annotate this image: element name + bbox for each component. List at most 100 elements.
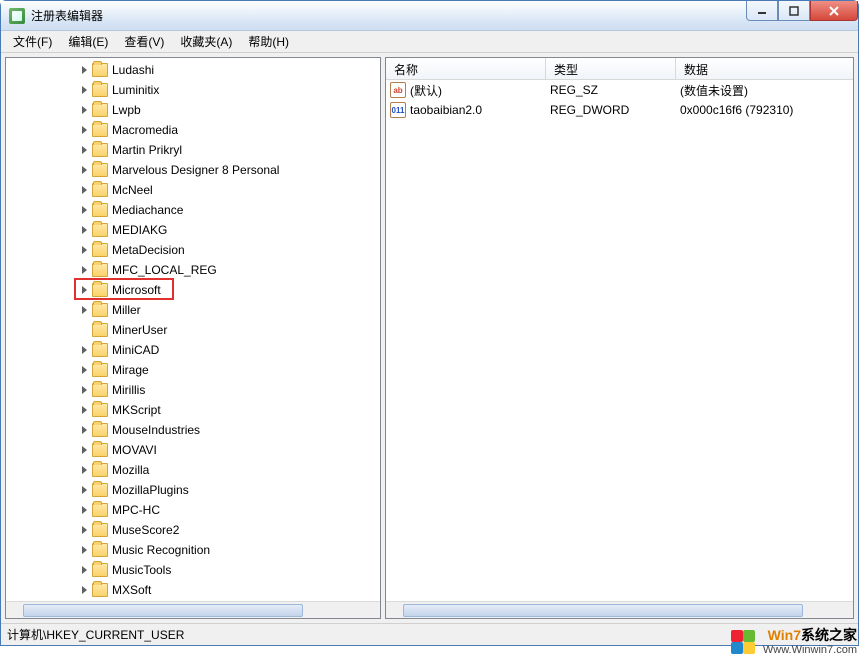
- expander-icon[interactable]: [78, 524, 90, 536]
- minimize-button[interactable]: [746, 1, 778, 21]
- tree-item[interactable]: Mirillis: [6, 380, 380, 400]
- expander-icon[interactable]: [78, 164, 90, 176]
- tree-item[interactable]: MusicTools: [6, 560, 380, 580]
- folder-icon: [92, 563, 108, 577]
- tree-item-label: Music Recognition: [112, 543, 210, 557]
- expander-icon[interactable]: [78, 504, 90, 516]
- app-icon: [9, 8, 25, 24]
- expander-icon[interactable]: [78, 344, 90, 356]
- expander-icon[interactable]: [78, 364, 90, 376]
- expander-icon[interactable]: [78, 124, 90, 136]
- tree-item[interactable]: Mirage: [6, 360, 380, 380]
- tree-item[interactable]: Music Recognition: [6, 540, 380, 560]
- menu-favorites[interactable]: 收藏夹(A): [172, 31, 240, 52]
- menu-help[interactable]: 帮助(H): [240, 31, 297, 52]
- col-type[interactable]: 类型: [546, 58, 676, 79]
- expander-icon[interactable]: [78, 104, 90, 116]
- tree-item[interactable]: Microsoft: [6, 280, 380, 300]
- list-row[interactable]: ab(默认)REG_SZ(数值未设置): [386, 80, 853, 100]
- expander-icon[interactable]: [78, 64, 90, 76]
- tree-item-label: MKScript: [112, 403, 161, 417]
- tree-item[interactable]: MOVAVI: [6, 440, 380, 460]
- titlebar[interactable]: 注册表编辑器: [1, 1, 858, 31]
- expander-icon[interactable]: [78, 264, 90, 276]
- expander-icon[interactable]: [78, 244, 90, 256]
- folder-icon: [92, 543, 108, 557]
- tree-item[interactable]: Miller: [6, 300, 380, 320]
- tree-item-label: MuseScore2: [112, 523, 179, 537]
- expander-icon[interactable]: [78, 464, 90, 476]
- tree-item-label: Mirillis: [112, 383, 145, 397]
- tree-item-label: MiniCAD: [112, 343, 159, 357]
- expander-icon[interactable]: [78, 84, 90, 96]
- menu-view[interactable]: 查看(V): [116, 31, 172, 52]
- tree-item-label: MEDIAKG: [112, 223, 167, 237]
- expander-icon[interactable]: [78, 584, 90, 596]
- close-button[interactable]: [810, 1, 858, 21]
- tree-item[interactable]: Martin Prikryl: [6, 140, 380, 160]
- tree-scroll[interactable]: LudashiLuminitixLwpbMacromedia Martin Pri…: [6, 58, 380, 601]
- maximize-button[interactable]: [778, 1, 810, 21]
- tree-pane: LudashiLuminitixLwpbMacromedia Martin Pri…: [5, 57, 381, 619]
- tree-item[interactable]: MEDIAKG: [6, 220, 380, 240]
- tree-item[interactable]: MPC-HC: [6, 500, 380, 520]
- menu-file[interactable]: 文件(F): [5, 31, 60, 52]
- expander-icon[interactable]: [78, 184, 90, 196]
- expander-icon[interactable]: [78, 144, 90, 156]
- expander-icon[interactable]: [78, 384, 90, 396]
- tree-item[interactable]: MuseScore2: [6, 520, 380, 540]
- list-horizontal-scrollbar[interactable]: [386, 601, 853, 618]
- tree-item-label: MozillaPlugins: [112, 483, 189, 497]
- tree-item[interactable]: Luminitix: [6, 80, 380, 100]
- tree-item[interactable]: MetaDecision: [6, 240, 380, 260]
- tree-item[interactable]: Mediachance: [6, 200, 380, 220]
- list-header: 名称 类型 数据: [386, 58, 853, 80]
- tree-item[interactable]: Macromedia: [6, 120, 380, 140]
- folder-icon: [92, 103, 108, 117]
- tree-item[interactable]: MiniCAD: [6, 340, 380, 360]
- list-row[interactable]: 011taobaibian2.0REG_DWORD0x000c16f6 (792…: [386, 100, 853, 120]
- tree-item-label: MXSoft: [112, 583, 151, 597]
- col-data[interactable]: 数据: [676, 58, 853, 79]
- statusbar: 计算机\HKEY_CURRENT_USER: [1, 623, 858, 645]
- folder-icon: [92, 123, 108, 137]
- menubar: 文件(F) 编辑(E) 查看(V) 收藏夹(A) 帮助(H): [1, 31, 858, 53]
- expander-icon[interactable]: [78, 564, 90, 576]
- tree-item[interactable]: Ludashi: [6, 60, 380, 80]
- tree-item[interactable]: MinerUser: [6, 320, 380, 340]
- list-body[interactable]: ab(默认)REG_SZ(数值未设置)011taobaibian2.0REG_D…: [386, 80, 853, 601]
- tree-item[interactable]: Marvelous Designer 8 Personal: [6, 160, 380, 180]
- folder-icon: [92, 243, 108, 257]
- close-icon: [828, 6, 840, 16]
- expander-icon[interactable]: [78, 484, 90, 496]
- menu-edit[interactable]: 编辑(E): [60, 31, 116, 52]
- tree-item[interactable]: MXSoft: [6, 580, 380, 600]
- expander-icon[interactable]: [78, 444, 90, 456]
- tree-item[interactable]: MKScript: [6, 400, 380, 420]
- expander-icon[interactable]: [78, 304, 90, 316]
- maximize-icon: [789, 6, 799, 16]
- tree-item[interactable]: MFC_LOCAL_REG: [6, 260, 380, 280]
- tree-item[interactable]: MozillaPlugins: [6, 480, 380, 500]
- tree-item-label: Mozilla: [112, 463, 149, 477]
- folder-icon: [92, 423, 108, 437]
- folder-icon: [92, 363, 108, 377]
- registry-tree: LudashiLuminitixLwpbMacromedia Martin Pri…: [6, 58, 380, 601]
- tree-item[interactable]: Lwpb: [6, 100, 380, 120]
- expander-icon[interactable]: [78, 424, 90, 436]
- tree-horizontal-scrollbar[interactable]: [6, 601, 380, 618]
- tree-item[interactable]: Mozilla: [6, 460, 380, 480]
- expander-icon[interactable]: [78, 404, 90, 416]
- expander-icon[interactable]: [78, 544, 90, 556]
- tree-item-label: MusicTools: [112, 563, 171, 577]
- expander-icon[interactable]: [78, 224, 90, 236]
- tree-item[interactable]: McNeel: [6, 180, 380, 200]
- folder-icon: [92, 403, 108, 417]
- tree-item-label: Martin Prikryl: [112, 143, 182, 157]
- col-name[interactable]: 名称: [386, 58, 546, 79]
- registry-editor-window: 注册表编辑器 文件(F) 编辑(E) 查看(V) 收藏夹(A) 帮助(H) Lu…: [0, 0, 859, 646]
- tree-item-label: Marvelous Designer 8 Personal: [112, 163, 279, 177]
- expander-icon[interactable]: [78, 284, 90, 296]
- tree-item[interactable]: MouseIndustries: [6, 420, 380, 440]
- expander-icon[interactable]: [78, 204, 90, 216]
